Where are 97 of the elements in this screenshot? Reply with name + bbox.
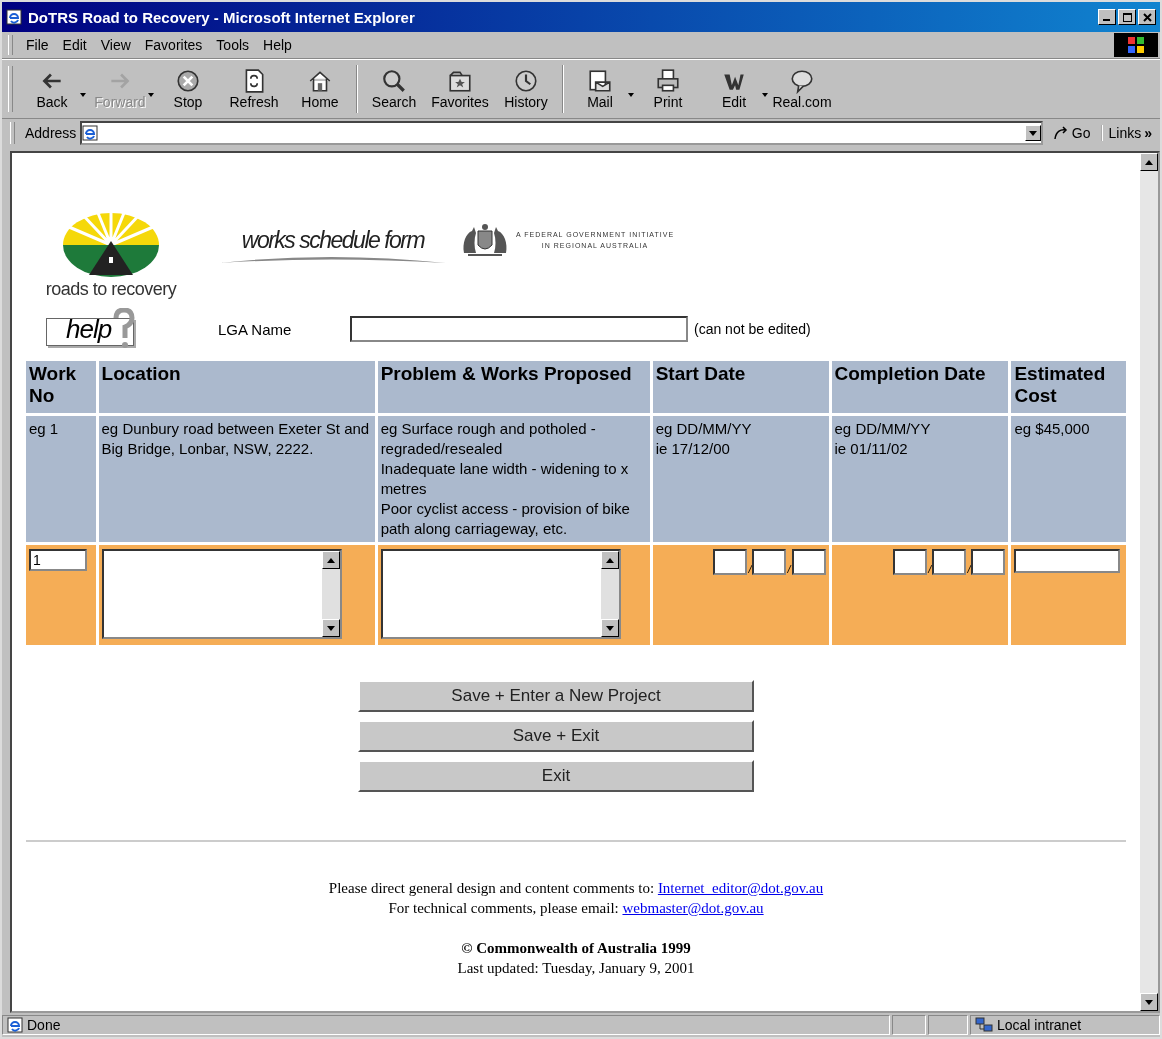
date-separator: / — [928, 563, 932, 575]
form-button[interactable]: Exit — [358, 760, 754, 792]
date-separator: / — [748, 563, 752, 575]
example-cell: eg DD/MM/YY ie 17/12/00 — [652, 416, 829, 542]
links-button[interactable]: Links » — [1100, 125, 1158, 141]
address-label: Address — [25, 125, 77, 141]
scroll-up-button[interactable] — [1140, 153, 1158, 171]
lga-note: (can not be edited) — [694, 321, 811, 337]
menu-item[interactable]: Help — [256, 35, 299, 55]
up-arrow-icon — [326, 557, 335, 563]
day-field[interactable] — [713, 549, 748, 575]
toolbar-button[interactable]: Home — [287, 66, 353, 112]
example-cell: eg Dunbury road between Exeter St and Big Bridge, Lonbar, NSW, 2222. — [98, 416, 375, 542]
ie-page-icon — [82, 125, 99, 141]
minimize-button[interactable] — [1098, 9, 1116, 25]
close-button[interactable] — [1138, 9, 1156, 25]
dropdown-arrow-icon[interactable] — [761, 92, 769, 98]
scrollbar[interactable] — [1140, 153, 1158, 1011]
form-button[interactable]: Save + Enter a New Project — [358, 680, 754, 712]
column-header: Location — [98, 361, 375, 413]
toolbar-button[interactable]: Favorites — [427, 66, 493, 112]
up-arrow-icon — [1145, 159, 1153, 165]
menu-item[interactable]: Edit — [55, 35, 94, 55]
year-field[interactable] — [971, 549, 1006, 575]
example-cell: eg DD/MM/YY ie 01/11/02 — [831, 416, 1009, 542]
work-no-field[interactable]: 1 — [29, 549, 87, 571]
month-field[interactable] — [752, 549, 787, 575]
example-cell: eg Surface rough and potholed - regraded/resealed Inadequate lane width - widening to x metres Poor cyclist access - provision of bike path along carriageway, etc. — [377, 416, 650, 542]
form-title: works schedule form — [241, 227, 425, 254]
dropdown-arrow-icon[interactable] — [627, 92, 635, 98]
toolbar-button[interactable]: Edit — [701, 66, 767, 112]
email-link[interactable]: Internet_editor@dot.gov.au — [657, 880, 824, 896]
column-header: Work No — [26, 361, 96, 413]
column-header: Start Date — [652, 361, 829, 413]
lga-label: LGA Name — [218, 320, 293, 338]
status-text: Done — [27, 1017, 61, 1033]
down-arrow-icon — [326, 625, 335, 631]
column-header: Estimated Cost — [1011, 361, 1126, 413]
maximize-button[interactable] — [1118, 9, 1136, 25]
toolbar-button[interactable]: Search — [361, 66, 427, 112]
windows-logo-icon — [1114, 33, 1158, 57]
mail-icon — [587, 68, 613, 94]
network-icon — [975, 1017, 993, 1033]
menu-item[interactable]: Tools — [209, 35, 257, 55]
date-separator: / — [787, 563, 791, 575]
dropdown-button[interactable] — [1024, 125, 1041, 141]
ie-page-icon — [6, 9, 22, 25]
zone-text: Local intranet — [997, 1017, 1082, 1033]
maximize-icon — [1122, 12, 1132, 22]
print-icon — [655, 68, 681, 94]
menu-item[interactable]: Favorites — [137, 35, 210, 55]
status-panel — [892, 1015, 926, 1035]
status-panel — [928, 1015, 968, 1035]
menu-item[interactable]: View — [93, 35, 138, 55]
toolbar-button[interactable]: Mail — [567, 66, 633, 112]
text-area[interactable] — [101, 549, 342, 639]
close-icon — [1142, 12, 1152, 22]
column-header: Completion Date — [831, 361, 1009, 413]
updated-text: Last updated: Tuesday, January 9, 2001 — [457, 959, 695, 978]
menu-item[interactable]: File — [19, 35, 56, 55]
cost-field[interactable] — [1014, 549, 1121, 573]
example-cell: eg $45,000 — [1011, 416, 1126, 542]
window-title: DoTRS Road to Recovery - Microsoft Internet Explorer — [28, 8, 416, 26]
down-arrow-icon — [605, 625, 614, 631]
copyright-text: © Commonwealth of Australia 1999 — [461, 939, 691, 958]
toolbar-button[interactable]: Back — [19, 66, 85, 112]
up-arrow-icon — [605, 557, 614, 563]
toolbar-button[interactable]: History — [493, 66, 559, 112]
go-button[interactable]: Go — [1046, 125, 1097, 141]
chat-icon — [789, 68, 815, 94]
stop-icon — [175, 68, 201, 94]
logo-caption: roads to recovery — [45, 279, 177, 300]
go-arrow-icon — [1052, 125, 1069, 141]
down-arrow-icon — [1145, 999, 1153, 1005]
down-arrow-icon — [1028, 130, 1037, 136]
toolbar-button[interactable]: Real.com — [769, 66, 835, 112]
toolbar-button[interactable]: Stop — [155, 66, 221, 112]
toolbar-button[interactable]: Print — [635, 66, 701, 112]
contact-text: Please direct general design and content comments to: Internet_editor@dot.gov.au — [328, 879, 824, 898]
toolbar-button[interactable]: Refresh — [221, 66, 287, 112]
day-field[interactable] — [893, 549, 928, 575]
history-icon — [513, 68, 539, 94]
month-field[interactable] — [932, 549, 967, 575]
form-button[interactable]: Save + Exit — [358, 720, 754, 752]
lga-field[interactable] — [350, 316, 688, 342]
year-field[interactable] — [791, 549, 826, 575]
date-separator: / — [967, 563, 971, 575]
dropdown-arrow-icon[interactable] — [79, 92, 87, 98]
contact-text: For technical comments, please email: webmaster@dot.gov.au — [388, 899, 764, 918]
column-header: Problem & Works Proposed — [377, 361, 650, 413]
example-cell: eg 1 — [26, 416, 96, 542]
text-area[interactable] — [380, 549, 621, 639]
email-link[interactable]: webmaster@dot.gov.au — [622, 900, 764, 916]
search-icon — [381, 68, 407, 94]
ie-page-icon — [7, 1017, 23, 1033]
address-field[interactable] — [80, 121, 1043, 145]
scroll-down-button[interactable] — [1140, 993, 1158, 1011]
